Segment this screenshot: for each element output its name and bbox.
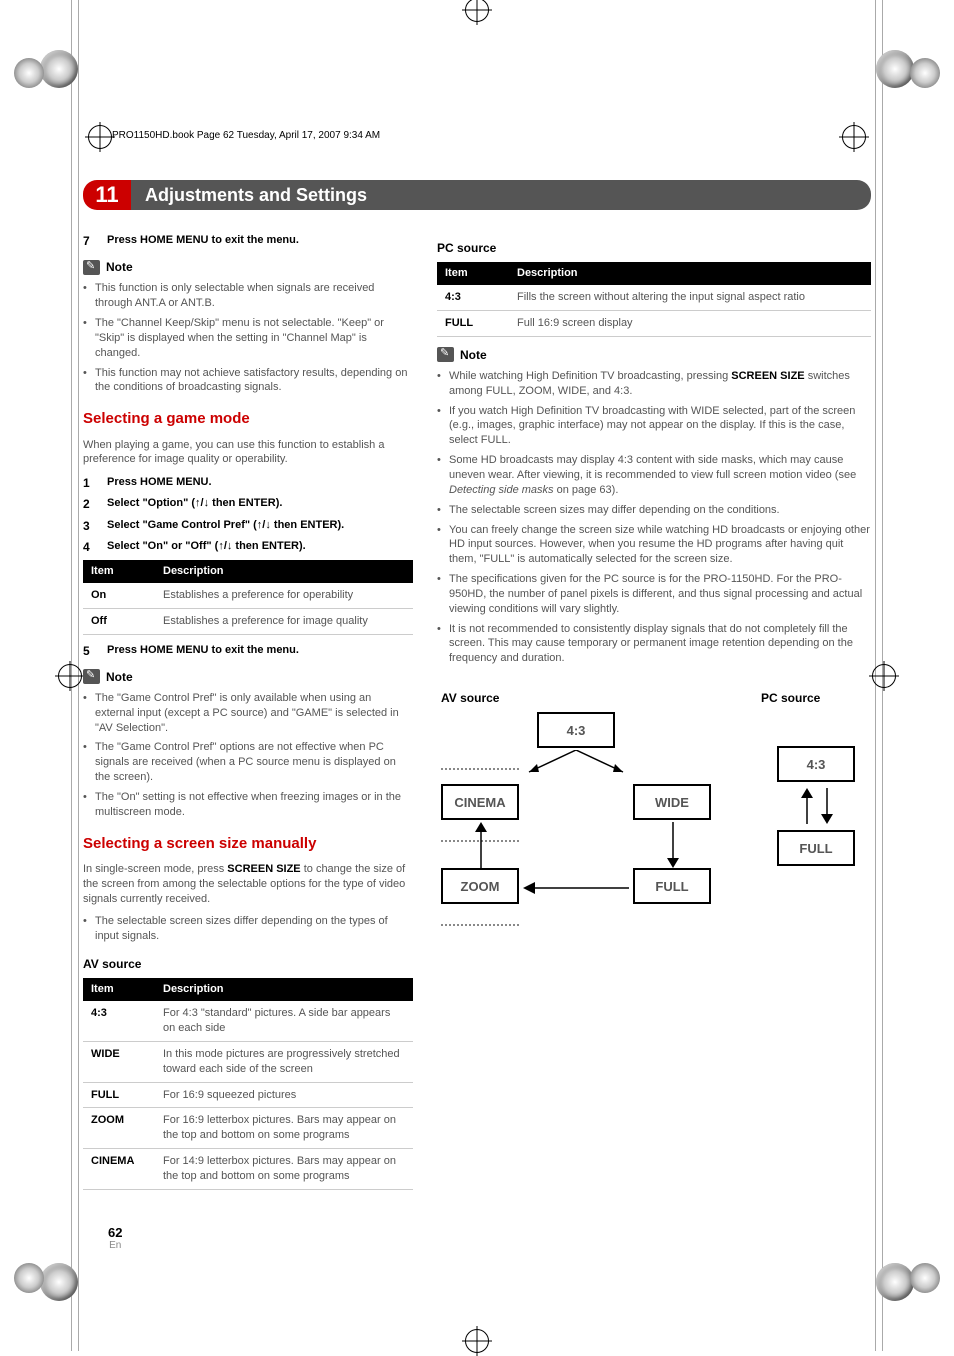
box-full: FULL (777, 830, 855, 866)
note-item: Some HD broadcasts may display 4:3 conte… (437, 453, 871, 498)
table-game-pref: Item Description On Establishes a prefer… (83, 560, 413, 635)
header-meta: PRO1150HD.book Page 62 Tuesday, April 17… (112, 130, 380, 141)
table-row: WIDE In this mode pictures are progressi… (83, 1041, 413, 1082)
registration-mark-icon (14, 1263, 44, 1293)
diagram-row: AV source 4:3 CINEMA WIDE (437, 678, 871, 982)
note-list: While watching High Definition TV broadc… (437, 369, 871, 666)
step-7: 7 Press HOME MENU to exit the menu. (83, 233, 413, 249)
pencil-icon (83, 260, 100, 275)
pencil-icon (83, 669, 100, 684)
game-mode-intro: When playing a game, you can use this fu… (83, 438, 413, 468)
pc-diagram: PC source 4:3 FULL (761, 678, 871, 916)
down-arrow-icon (663, 822, 683, 868)
box-zoom: ZOOM (441, 868, 519, 904)
table-av-source: Item Description 4:3 For 4:3 "standard" … (83, 978, 413, 1189)
screen-size-bullet: The selectable screen sizes differ depen… (83, 914, 413, 944)
step-3: 3 Select "Game Control Pref" (↑/↓ then E… (83, 518, 413, 534)
registration-mark-icon (14, 58, 44, 88)
box-wide: WIDE (633, 784, 711, 820)
box-full: FULL (633, 868, 711, 904)
pc-source-heading: PC source (437, 240, 871, 256)
step-1: 1 Press HOME MENU. (83, 475, 413, 491)
table-row: FULL Full 16:9 screen display (437, 310, 871, 336)
dotted-line (441, 924, 519, 926)
table-row: CINEMA For 14:9 letterbox pictures. Bars… (83, 1149, 413, 1190)
crosshair-icon (85, 122, 115, 152)
table-row: ZOOM For 16:9 letterbox pictures. Bars m… (83, 1108, 413, 1149)
table-row: FULL For 16:9 squeezed pictures (83, 1082, 413, 1108)
pencil-icon (437, 347, 454, 362)
step-5: 5 Press HOME MENU to exit the menu. (83, 643, 413, 659)
updown-arrows-icon (797, 788, 837, 824)
note-list: The "Game Control Pref" is only availabl… (83, 691, 413, 820)
note-list: This function is only selectable when si… (83, 281, 413, 395)
step-4: 4 Select "On" or "Off" (↑/↓ then ENTER). (83, 539, 413, 555)
step-2: 2 Select "Option" (↑/↓ then ENTER). (83, 496, 413, 512)
registration-mark-icon (40, 50, 78, 88)
crosshair-icon (55, 661, 85, 691)
left-arrow-icon (523, 880, 629, 896)
page-number: 62 En (108, 1225, 122, 1251)
note-item: While watching High Definition TV broadc… (437, 369, 871, 399)
crosshair-icon (839, 122, 869, 152)
registration-mark-icon (910, 1263, 940, 1293)
registration-mark-icon (876, 50, 914, 88)
screen-size-intro: In single-screen mode, press SCREEN SIZE… (83, 862, 413, 907)
crosshair-icon (869, 661, 899, 691)
split-arrow-icon (519, 750, 633, 776)
registration-mark-icon (876, 1263, 914, 1301)
registration-mark-icon (910, 58, 940, 88)
dotted-line (441, 768, 519, 770)
chapter-title: Adjustments and Settings (131, 180, 871, 210)
box-cinema: CINEMA (441, 784, 519, 820)
crosshair-icon (462, 1326, 492, 1356)
table-pc-source: Item Description 4:3 Fills the screen wi… (437, 262, 871, 337)
left-column: 7 Press HOME MENU to exit the menu. Note… (83, 228, 413, 1198)
section-game-mode: Selecting a game mode (83, 409, 413, 429)
registration-mark-icon (40, 1263, 78, 1301)
note-header: Note (83, 259, 413, 275)
table-row: Off Establishes a preference for image q… (83, 608, 413, 634)
note-header: Note (437, 347, 871, 363)
box-4-3: 4:3 (777, 746, 855, 782)
table-row: On Establishes a preference for operabil… (83, 583, 413, 608)
av-diagram: AV source 4:3 CINEMA WIDE (441, 678, 711, 982)
note-header: Note (83, 669, 413, 685)
right-column: PC source Item Description 4:3 Fills the… (437, 228, 871, 1198)
section-screen-size: Selecting a screen size manually (83, 834, 413, 854)
crosshair-icon (462, 0, 492, 25)
box-4-3: 4:3 (537, 712, 615, 748)
chapter-number: 11 (83, 180, 131, 210)
chapter-header: 11 Adjustments and Settings (93, 180, 871, 210)
page-content: 11 Adjustments and Settings 7 Press HOME… (83, 180, 871, 1251)
table-row: 4:3 Fills the screen without altering th… (437, 285, 871, 310)
av-source-heading: AV source (83, 956, 413, 972)
up-arrow-icon (471, 822, 491, 868)
table-row: 4:3 For 4:3 "standard" pictures. A side … (83, 1001, 413, 1041)
